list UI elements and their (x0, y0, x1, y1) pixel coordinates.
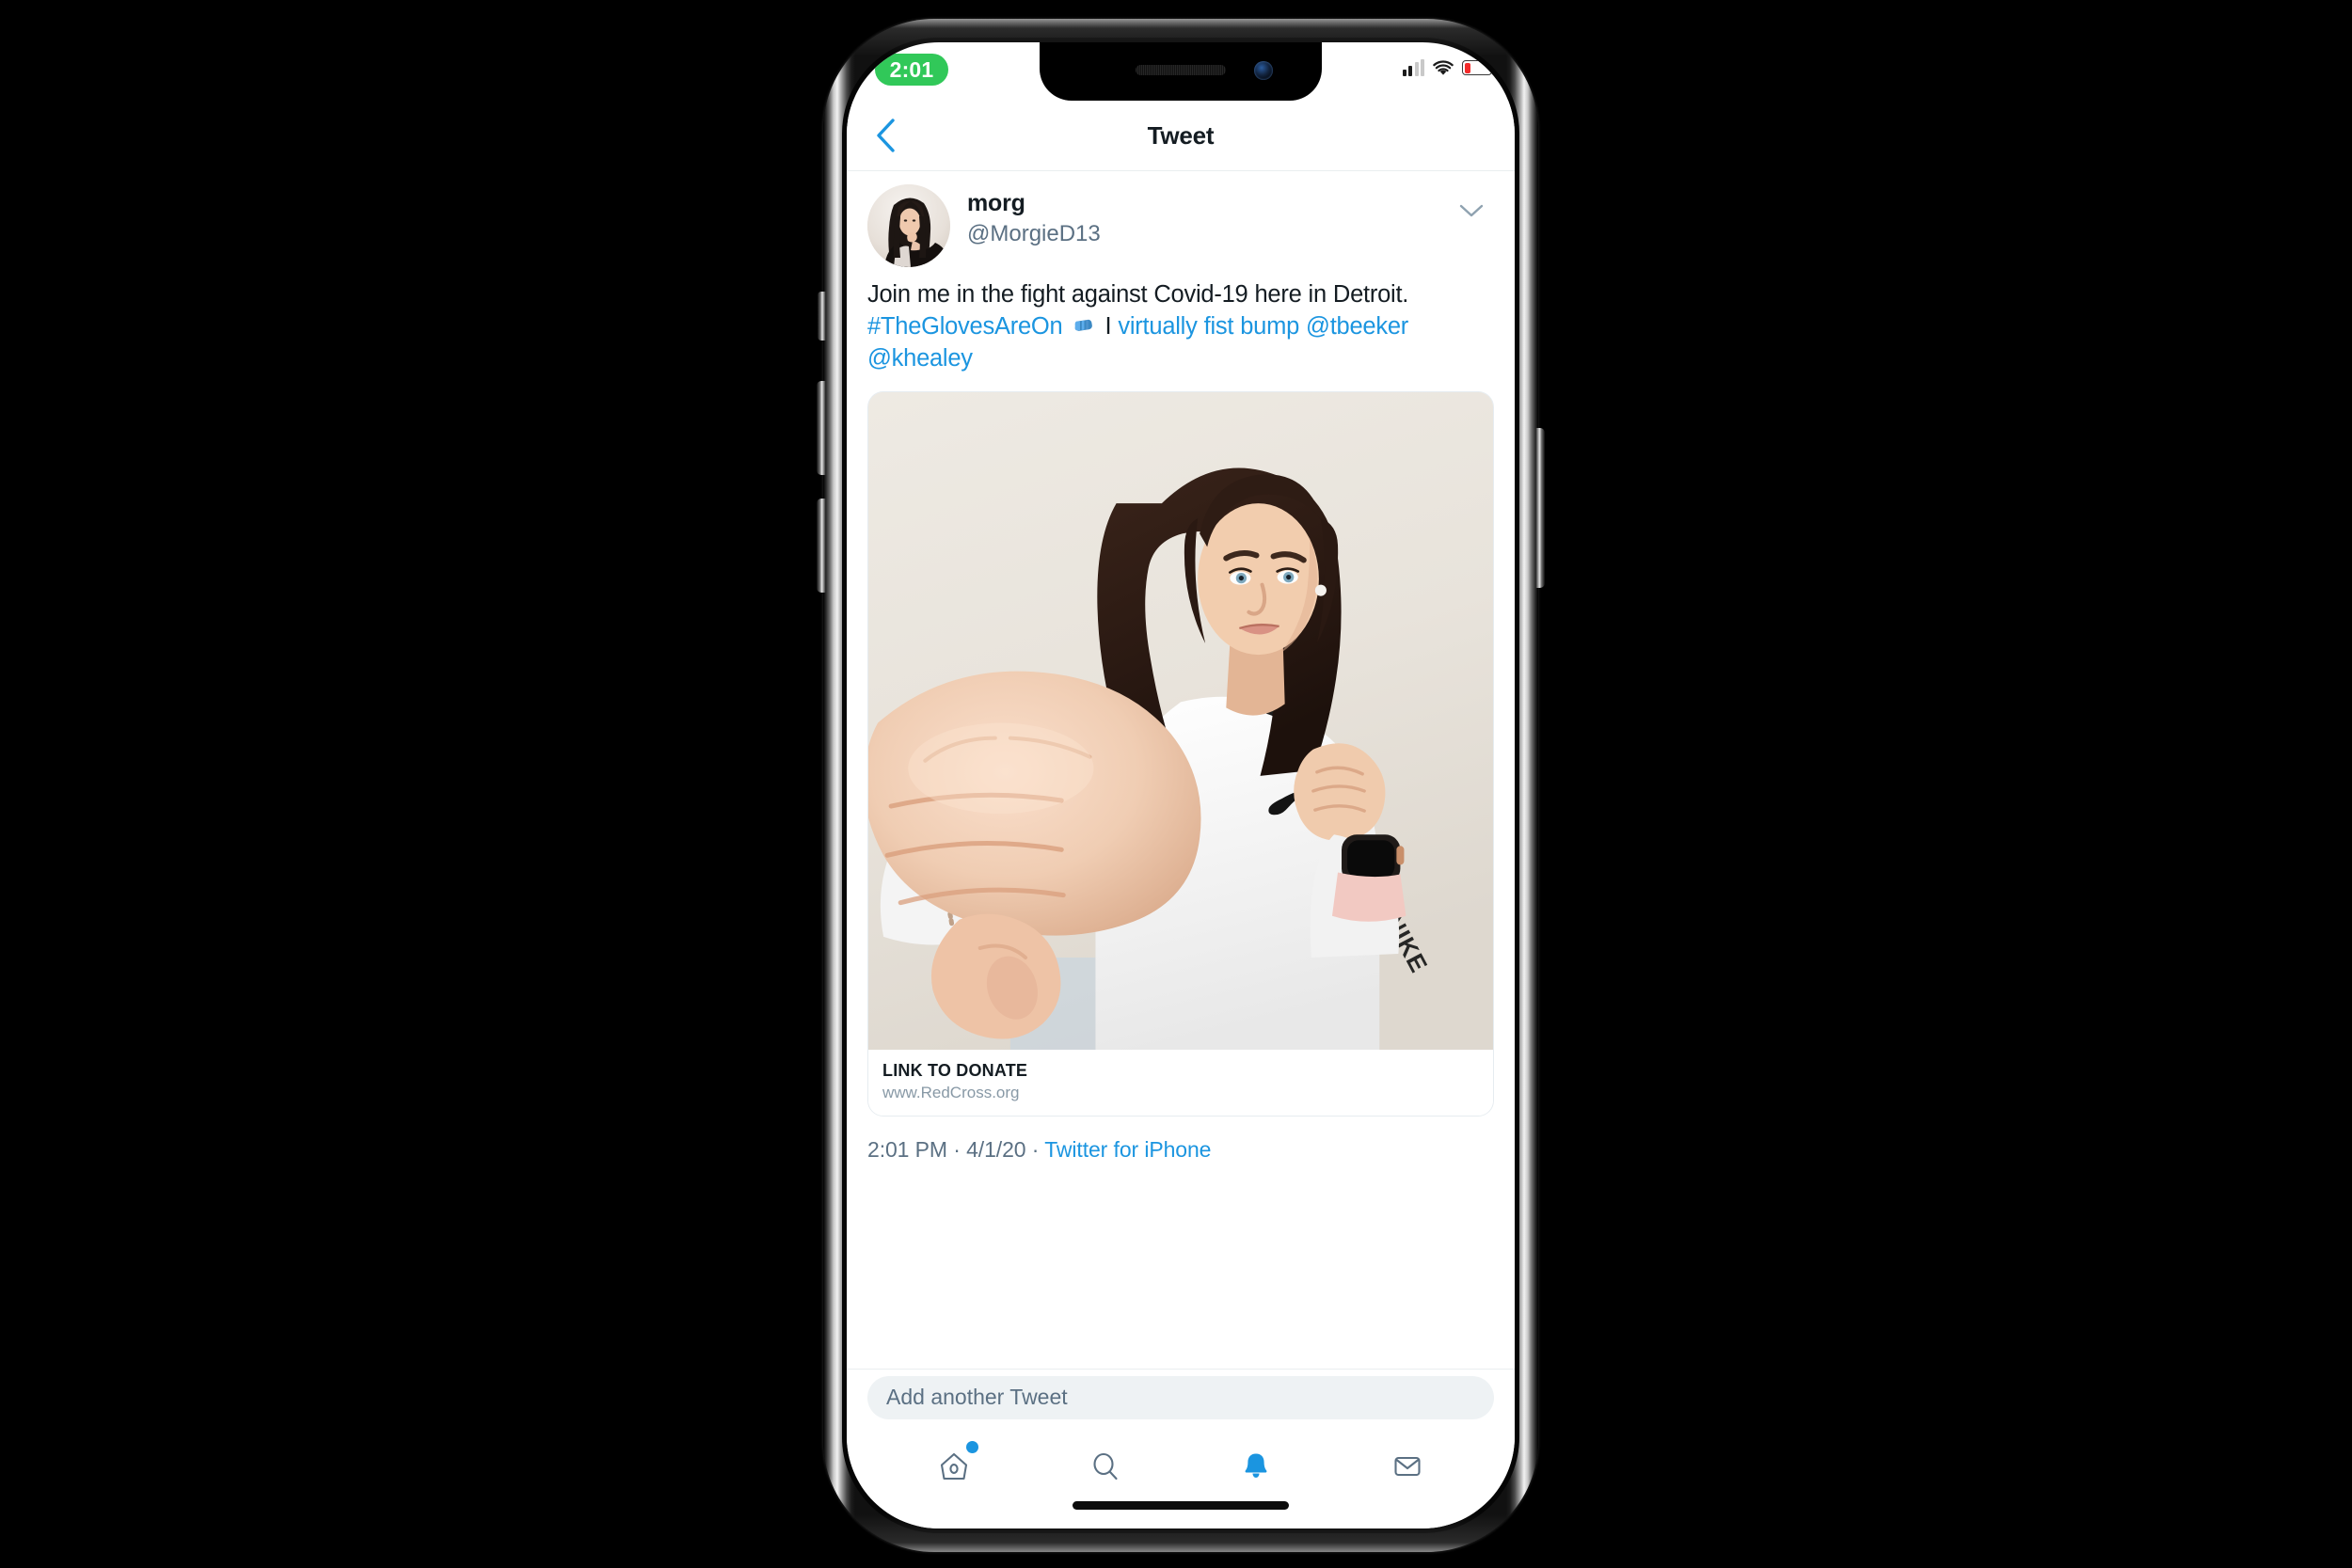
tweet-media-card[interactable]: NIKE LINK TO DONATE www.RedCross.org (867, 391, 1494, 1117)
home-unread-badge (966, 1441, 979, 1453)
author-name: morg (967, 190, 1025, 216)
compose-bar: Add another Tweet (847, 1369, 1515, 1425)
cellular-signal-icon (1402, 59, 1424, 76)
tab-home[interactable] (879, 1441, 1030, 1491)
author-handle: @MorgieD13 (967, 220, 1101, 246)
bell-icon (1245, 1453, 1267, 1478)
link-card-url: www.RedCross.org (882, 1084, 1020, 1102)
meta-separator-1: · (946, 1137, 967, 1163)
fist-bump-emoji (1075, 320, 1093, 332)
home-icon (941, 1452, 968, 1481)
link-card-footer[interactable]: LINK TO DONATE www.RedCross.org (868, 1050, 1493, 1117)
tweet-text-space (1062, 313, 1069, 340)
battery-icon (1462, 60, 1496, 75)
tweet-meta: 2:01 PM · 4/1/20 · Twitter for iPhone (847, 1117, 1515, 1163)
chevron-left-icon (877, 119, 895, 152)
back-button[interactable] (864, 114, 907, 157)
tweet-text-plain-2: I (1098, 313, 1119, 341)
tab-search[interactable] (1030, 1442, 1182, 1491)
tweet-photo[interactable]: NIKE (868, 392, 1493, 1051)
photo-woman-fist-bump: NIKE (868, 392, 1493, 1051)
status-time-label: 2:01 (889, 56, 934, 82)
navigation-bar: Tweet (847, 101, 1515, 171)
tab-notifications[interactable] (1181, 1442, 1332, 1491)
user-avatar-image (867, 184, 950, 267)
add-another-tweet-input[interactable]: Add another Tweet (867, 1375, 1494, 1419)
tweet-hashtag-link[interactable]: #TheGlovesAreOn (867, 313, 1063, 340)
phone-screen: 2:01 Tweet morg @MorgieD13 Join me in th… (847, 42, 1515, 1528)
link-card-title: LINK TO DONATE (882, 1061, 1028, 1081)
wifi-icon (1433, 59, 1454, 75)
tweet-source-link[interactable]: Twitter for iPhone (1044, 1137, 1211, 1162)
author-block[interactable]: morg @MorgieD13 (967, 184, 1101, 248)
volume-up-button[interactable] (817, 381, 826, 475)
tab-messages[interactable] (1332, 1442, 1484, 1491)
battery-level (1464, 62, 1470, 73)
status-bar: 2:01 (847, 42, 1515, 101)
mute-switch[interactable] (818, 292, 826, 341)
avatar[interactable] (867, 184, 950, 267)
tweet-detail-content: morg @MorgieD13 Join me in the fight aga… (847, 171, 1515, 1369)
tweet-date: 4/1/20 (966, 1137, 1026, 1163)
page-title: Tweet (1147, 120, 1215, 150)
status-time-pill[interactable]: 2:01 (875, 54, 948, 86)
tweet-text-plain-1: Join me in the fight against Covid-19 he… (867, 281, 1409, 308)
power-button[interactable] (1535, 428, 1545, 588)
tweet-header: morg @MorgieD13 (847, 171, 1515, 267)
tweet-menu-button[interactable] (1453, 198, 1490, 224)
volume-down-button[interactable] (817, 499, 826, 593)
status-indicators (1402, 59, 1496, 76)
home-indicator[interactable] (1073, 1501, 1289, 1510)
tweet-text: Join me in the fight against Covid-19 he… (847, 267, 1515, 374)
envelope-icon (1394, 1456, 1421, 1477)
search-icon (1093, 1452, 1118, 1481)
tab-bar (847, 1425, 1515, 1528)
chevron-down-icon (1459, 204, 1484, 217)
tweet-time: 2:01 PM (867, 1137, 947, 1163)
meta-separator-2: · (1025, 1137, 1045, 1163)
compose-placeholder: Add another Tweet (886, 1385, 1068, 1409)
